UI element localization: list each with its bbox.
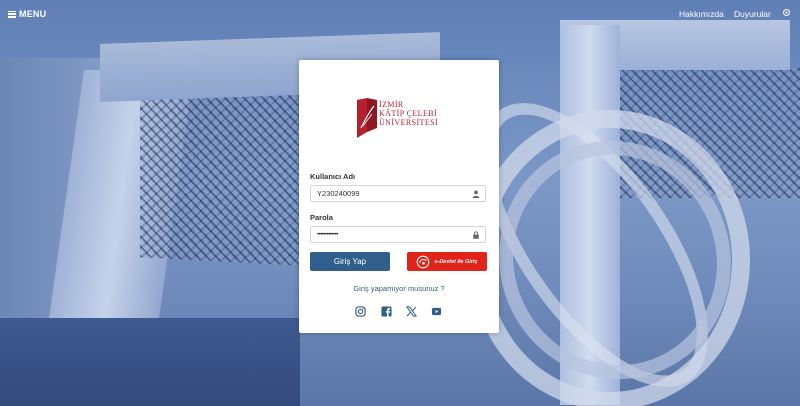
globe-icon[interactable] (783, 9, 790, 16)
edevlet-button-label: e-Devlet ile Giriş (434, 258, 478, 265)
password-label: Parola (310, 213, 333, 222)
edevlet-login-button[interactable]: e-Devlet ile Giriş (407, 252, 487, 271)
about-link[interactable]: Hakkımızda (679, 9, 724, 19)
emblem-icon (357, 98, 377, 138)
login-button-label: Giriş Yap (333, 257, 367, 266)
username-label: Kullanıcı Adı (310, 172, 356, 181)
password-field[interactable] (310, 226, 486, 243)
cant-login-link[interactable]: Giriş yapamıyor musunuz ? (299, 284, 499, 293)
top-bar: MENU Hakkımızda Duyurular (0, 0, 800, 28)
login-card: İZMİR KÂTİP ÇELEBİ ÜNİVERSİTESİ Kullanıc… (299, 60, 499, 333)
announcements-link[interactable]: Duyurular (734, 9, 771, 19)
username-input[interactable] (317, 186, 467, 201)
user-icon (472, 190, 480, 198)
password-input[interactable] (317, 227, 467, 242)
instagram-icon[interactable] (355, 306, 366, 317)
hamburger-icon (8, 10, 16, 18)
login-button[interactable]: Giriş Yap (310, 252, 390, 271)
university-logo: İZMİR KÂTİP ÇELEBİ ÜNİVERSİTESİ (357, 98, 441, 142)
edevlet-icon (417, 255, 430, 268)
menu-label: MENU (19, 9, 47, 19)
youtube-icon[interactable] (431, 306, 442, 317)
username-field[interactable] (310, 185, 486, 202)
x-twitter-icon[interactable] (406, 306, 417, 317)
lock-icon (473, 231, 479, 239)
menu-button[interactable]: MENU (8, 9, 46, 19)
logo-text: İZMİR KÂTİP ÇELEBİ ÜNİVERSİTESİ (379, 100, 439, 127)
facebook-icon[interactable] (381, 306, 392, 317)
